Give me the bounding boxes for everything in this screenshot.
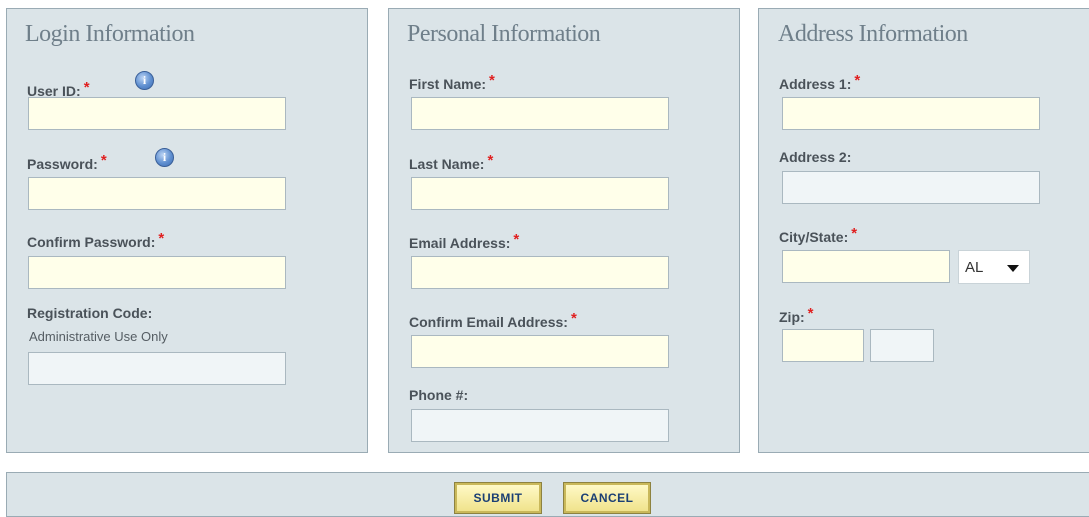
phone-label: Phone #: xyxy=(409,387,469,403)
city-state-label: City/State: * xyxy=(779,225,858,245)
first-name-input[interactable] xyxy=(411,97,669,130)
personal-information-title: Personal Information xyxy=(407,21,601,47)
last-name-label: Last Name: * xyxy=(409,152,494,172)
address-1-input[interactable] xyxy=(782,97,1040,130)
required-marker: * xyxy=(489,72,495,89)
last-name-input[interactable] xyxy=(411,177,669,210)
email-address-input[interactable] xyxy=(411,256,669,289)
cancel-button[interactable]: CANCEL xyxy=(563,482,651,514)
password-label: Password: * xyxy=(27,152,107,172)
required-marker: * xyxy=(854,72,861,89)
info-icon[interactable]: i xyxy=(155,148,174,167)
registration-code-note: Administrative Use Only xyxy=(29,329,168,344)
required-marker: * xyxy=(851,225,858,242)
zip-input[interactable] xyxy=(782,329,864,362)
address-2-label: Address 2: xyxy=(779,149,852,165)
personal-information-panel: Personal Information First Name: * Last N… xyxy=(388,8,740,453)
first-name-label: First Name: * xyxy=(409,72,495,92)
confirm-email-label: Confirm Email Address: * xyxy=(409,310,577,330)
address-information-panel: Address Information Address 1: * Address … xyxy=(758,8,1089,453)
info-icon[interactable]: i xyxy=(135,71,154,90)
login-information-panel: Login Information User ID: * i Password: *… xyxy=(6,8,368,453)
registration-code-label: Registration Code: xyxy=(27,305,153,321)
confirm-password-input[interactable] xyxy=(28,256,286,289)
address-information-title: Address Information xyxy=(778,21,968,47)
confirm-password-label: Confirm Password: * xyxy=(27,230,165,250)
password-input[interactable] xyxy=(28,177,286,210)
login-information-title: Login Information xyxy=(25,21,195,47)
user-id-input[interactable] xyxy=(28,97,286,130)
address-1-label: Address 1: * xyxy=(779,72,861,92)
required-marker: * xyxy=(158,230,165,247)
required-marker: * xyxy=(83,79,90,96)
chevron-down-icon xyxy=(1007,265,1019,272)
required-marker: * xyxy=(807,305,814,322)
address-2-input[interactable] xyxy=(782,171,1040,204)
zip-extension-input[interactable] xyxy=(870,329,934,362)
phone-input[interactable] xyxy=(411,409,669,442)
submit-button[interactable]: SUBMIT xyxy=(454,482,542,514)
required-marker: * xyxy=(513,231,520,248)
registration-code-input[interactable] xyxy=(28,352,286,385)
email-address-label: Email Address: * xyxy=(409,231,520,251)
zip-label: Zip: * xyxy=(779,305,814,325)
required-marker: * xyxy=(487,152,494,169)
state-select[interactable]: AL xyxy=(958,250,1030,284)
confirm-email-input[interactable] xyxy=(411,335,669,368)
required-marker: * xyxy=(100,152,107,169)
city-input[interactable] xyxy=(782,250,950,283)
required-marker: * xyxy=(570,310,577,327)
state-select-value: AL xyxy=(965,259,984,276)
form-actions-bar: SUBMIT CANCEL xyxy=(6,472,1089,517)
